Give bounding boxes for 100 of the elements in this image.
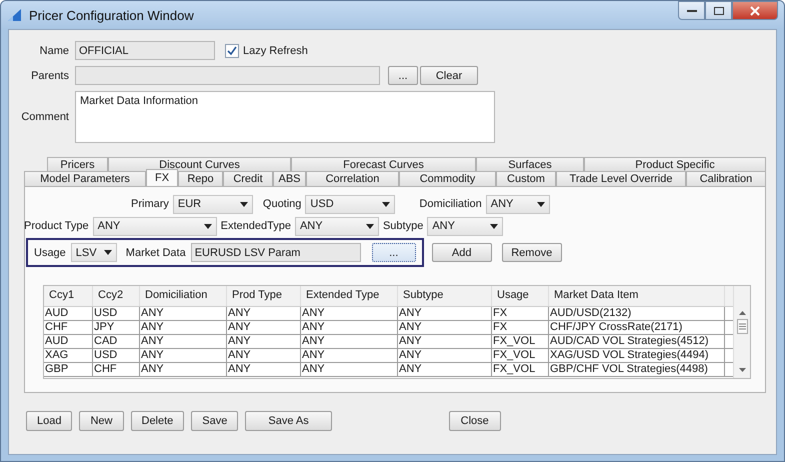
table-cell: ANY bbox=[301, 363, 398, 376]
name-label: Name bbox=[38, 44, 69, 56]
table-cell: FX_VOL bbox=[492, 335, 549, 348]
table-cell: CAD bbox=[93, 335, 140, 348]
extended-type-label: ExtendedType bbox=[220, 220, 291, 232]
parents-label: Parents bbox=[30, 70, 69, 82]
caret-icon bbox=[536, 202, 545, 206]
table-cell: XAG bbox=[44, 349, 93, 362]
table-cell: FX_VOL bbox=[492, 349, 549, 362]
table-cell: ANY bbox=[301, 321, 398, 334]
domiciliation-label: Domiciliation bbox=[419, 198, 482, 210]
extended-type-dropdown[interactable]: ANY bbox=[294, 216, 379, 236]
action-button[interactable]: New bbox=[79, 411, 124, 431]
quoting-label: Quoting bbox=[262, 198, 302, 210]
action-button[interactable]: Save As bbox=[245, 411, 332, 431]
lazy-refresh-label: Lazy Refresh bbox=[243, 44, 308, 56]
minimize-icon bbox=[686, 8, 696, 12]
column-header: Usage bbox=[492, 286, 549, 306]
tab[interactable]: Trade Level Override bbox=[556, 171, 686, 186]
table-cell: ANY bbox=[227, 321, 301, 334]
name-field[interactable]: OFFICIAL bbox=[75, 41, 215, 60]
caret-icon bbox=[382, 202, 390, 206]
table-cell: ANY bbox=[398, 363, 492, 376]
table-cell: FX_VOL bbox=[492, 363, 549, 376]
column-header: Prod Type bbox=[227, 286, 301, 306]
tab[interactable]: Custom bbox=[496, 171, 556, 186]
caret-icon bbox=[240, 202, 248, 206]
vertical-scrollbar[interactable] bbox=[733, 286, 750, 378]
tab[interactable]: Discount Curves bbox=[108, 157, 291, 171]
parents-field[interactable] bbox=[75, 66, 380, 85]
tab[interactable]: Correlation bbox=[306, 171, 399, 186]
tab[interactable]: ABS bbox=[273, 171, 306, 186]
close-button[interactable] bbox=[732, 1, 778, 20]
table-cell: ANY bbox=[227, 349, 301, 362]
table-cell: ANY bbox=[301, 307, 398, 320]
clear-button[interactable]: Clear bbox=[420, 66, 478, 85]
scroll-down-icon[interactable] bbox=[738, 368, 746, 372]
maximize-button[interactable] bbox=[705, 1, 732, 20]
subtype-dropdown[interactable]: ANY bbox=[427, 216, 504, 236]
minimize-button[interactable] bbox=[678, 1, 705, 20]
column-header: Ccy2 bbox=[93, 286, 140, 306]
table-cell: FX bbox=[492, 307, 549, 320]
primary-label: Primary bbox=[131, 198, 169, 210]
maximize-icon bbox=[714, 6, 724, 14]
action-button[interactable]: Save bbox=[191, 411, 238, 431]
table-cell: GBP bbox=[44, 363, 93, 376]
tab[interactable]: Pricers bbox=[47, 157, 108, 171]
table-cell: ANY bbox=[301, 335, 398, 348]
tab[interactable]: Commodity bbox=[399, 171, 496, 186]
close-icon bbox=[750, 6, 760, 16]
table-cell: ANY bbox=[227, 307, 301, 320]
table-cell: ANY bbox=[140, 349, 227, 362]
table-cell: ANY bbox=[398, 349, 492, 362]
table-cell: ANY bbox=[227, 363, 301, 376]
browse-button[interactable]: ... bbox=[388, 66, 418, 85]
domiciliation-dropdown[interactable]: ANY bbox=[486, 194, 550, 214]
table-cell: ANY bbox=[227, 335, 301, 348]
remove-button[interactable]: Remove bbox=[502, 243, 562, 262]
scroll-thumb[interactable] bbox=[736, 319, 748, 334]
table-cell: CHF/JPY CrossRate(2171) bbox=[549, 321, 725, 334]
action-button[interactable]: Delete bbox=[130, 411, 184, 431]
table-cell: ANY bbox=[140, 363, 227, 376]
tab[interactable]: Forecast Curves bbox=[291, 157, 476, 171]
table-cell: CHF bbox=[44, 321, 93, 334]
tab[interactable]: Calibration bbox=[686, 171, 766, 186]
column-header: Domiciliation bbox=[140, 286, 227, 306]
comment-field[interactable]: Market Data Information bbox=[75, 91, 495, 143]
product-type-dropdown[interactable]: ANY bbox=[92, 216, 217, 236]
scroll-up-icon[interactable] bbox=[738, 311, 746, 315]
column-header: Ccy1 bbox=[44, 286, 93, 306]
tab[interactable]: Product Specific bbox=[584, 157, 766, 171]
tab[interactable]: FX bbox=[146, 169, 178, 186]
comment-label: Comment bbox=[20, 111, 69, 123]
tab[interactable]: Repo bbox=[178, 171, 223, 186]
market-data-browse-button[interactable]: ... bbox=[372, 243, 416, 262]
lazy-refresh-checkbox[interactable] bbox=[225, 44, 239, 58]
table-cell: GBP/CHF VOL Strategies(4498) bbox=[549, 363, 725, 376]
close-dialog-button[interactable]: Close bbox=[448, 411, 501, 431]
primary-dropdown[interactable]: EUR bbox=[172, 194, 253, 214]
column-header: Extended Type bbox=[301, 286, 398, 306]
usage-dropdown[interactable]: LSV bbox=[70, 243, 117, 262]
table-cell: FX bbox=[492, 321, 549, 334]
column-header: Market Data Item bbox=[549, 286, 725, 306]
table-cell: USD bbox=[93, 349, 140, 362]
table-cell: AUD bbox=[44, 307, 93, 320]
app-logo-icon bbox=[7, 7, 23, 23]
action-button[interactable]: Load bbox=[26, 411, 72, 431]
add-button[interactable]: Add bbox=[432, 243, 492, 262]
tab[interactable]: Credit bbox=[223, 171, 273, 186]
tab[interactable]: Model Parameters bbox=[24, 171, 146, 186]
window-title: Pricer Configuration Window bbox=[29, 8, 194, 22]
caret-icon bbox=[204, 224, 212, 228]
quoting-dropdown[interactable]: USD bbox=[305, 194, 396, 214]
product-type-label: Product Type bbox=[24, 220, 89, 232]
table-cell: ANY bbox=[398, 335, 492, 348]
caret-icon bbox=[104, 250, 112, 255]
table-cell: ANY bbox=[301, 349, 398, 362]
usage-label: Usage bbox=[34, 246, 66, 258]
tab[interactable]: Surfaces bbox=[476, 157, 584, 171]
market-data-field[interactable]: EURUSD LSV Param bbox=[190, 243, 361, 262]
